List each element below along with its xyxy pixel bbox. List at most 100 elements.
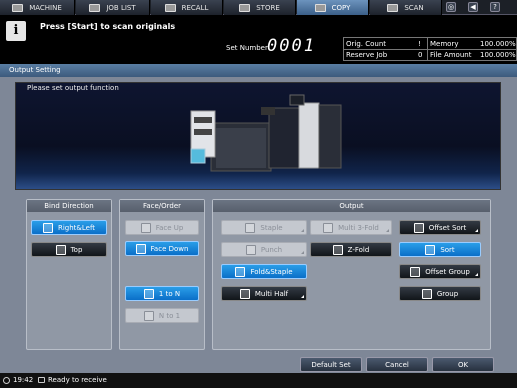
status-table: Orig. Count ! Memory 100.000% Reserve Jo…: [343, 37, 517, 61]
offset-sort-label: Offset Sort: [428, 223, 467, 232]
fold-staple-label: Fold&Staple: [250, 267, 293, 276]
right-left-icon: [42, 222, 53, 233]
file-amount-value: 100.000%: [480, 51, 516, 59]
top-bind-icon: [55, 244, 66, 255]
copy-icon: [314, 3, 326, 12]
offset-sort-button[interactable]: Offset Sort: [399, 220, 481, 235]
printer-illustration: [190, 94, 342, 172]
tab-label: JOB LIST: [106, 3, 136, 12]
divider: [427, 38, 428, 60]
corner-indicator-icon: [475, 229, 478, 232]
face-up-label: Face Up: [155, 223, 184, 232]
volume-icon[interactable]: ◀: [468, 2, 478, 12]
group-icon: [421, 288, 432, 299]
multi-3fold-button[interactable]: Multi 3-Fold: [310, 220, 392, 235]
top-label: Top: [70, 245, 83, 254]
group-button[interactable]: Group: [399, 286, 481, 301]
n-to-one-icon: [143, 310, 154, 321]
fold-staple-button[interactable]: Fold&Staple: [221, 264, 307, 279]
face-order-title: Face/Order: [120, 200, 204, 212]
tab-store[interactable]: STORE: [224, 0, 296, 15]
z-fold-button[interactable]: Z-Fold: [310, 242, 392, 257]
store-icon: [239, 3, 251, 12]
tab-job-list[interactable]: JOB LIST: [76, 0, 150, 15]
machine-icon: [12, 3, 24, 12]
multi-half-icon: [239, 288, 250, 299]
help-icon[interactable]: ?: [490, 2, 500, 12]
status-time: 19:42: [13, 376, 34, 384]
output-panel: Output Staple Punch Fold&Staple Multi Ha…: [212, 199, 491, 350]
punch-button[interactable]: Punch: [221, 242, 307, 257]
job-list-icon: [89, 3, 101, 12]
default-set-button[interactable]: Default Set: [300, 357, 362, 372]
punch-icon: [245, 244, 256, 255]
corner-indicator-icon: [301, 251, 304, 254]
tab-label: COPY: [331, 3, 351, 12]
tab-label: SCAN: [404, 3, 424, 12]
right-left-button[interactable]: Right&Left: [31, 220, 107, 235]
tab-scan[interactable]: SCAN: [370, 0, 442, 15]
screen-title: Output Setting: [0, 64, 517, 77]
offset-sort-icon: [413, 222, 424, 233]
multi-half-button[interactable]: Multi Half: [221, 286, 307, 301]
divider: [344, 49, 516, 50]
bind-direction-panel: Bind Direction Right&Left Top: [26, 199, 112, 350]
tab-label: MACHINE: [29, 3, 62, 12]
multi-3fold-label: Multi 3-Fold: [338, 223, 379, 232]
n-to-one-button[interactable]: N to 1: [125, 308, 199, 323]
tab-label: RECALL: [181, 3, 209, 12]
staple-icon: [245, 222, 256, 233]
tab-recall[interactable]: RECALL: [151, 0, 223, 15]
top-button[interactable]: Top: [31, 242, 107, 257]
cancel-button[interactable]: Cancel: [366, 357, 428, 372]
z-fold-label: Z-Fold: [347, 245, 370, 254]
tab-machine[interactable]: MACHINE: [0, 0, 75, 15]
z-fold-icon: [332, 244, 343, 255]
receive-icon: [38, 377, 45, 383]
tab-label: STORE: [256, 3, 280, 12]
output-title: Output: [213, 200, 490, 212]
group-label: Group: [436, 289, 459, 298]
set-number-value: 0001: [267, 36, 316, 56]
offset-group-button[interactable]: Offset Group: [399, 264, 481, 279]
set-number-label: Set Number: [226, 44, 268, 52]
multi-half-label: Multi Half: [254, 289, 289, 298]
sort-label: Sort: [440, 245, 455, 254]
tab-copy[interactable]: COPY: [297, 0, 369, 15]
corner-indicator-icon: [386, 229, 389, 232]
n-to-one-label: N to 1: [158, 311, 181, 320]
one-to-n-button[interactable]: 1 to N: [125, 286, 199, 301]
status-text: Ready to receive: [48, 376, 107, 384]
sort-button[interactable]: Sort: [399, 242, 481, 257]
face-up-icon: [140, 222, 151, 233]
status-line: 19:42 Ready to receive: [0, 373, 517, 388]
reserve-job-label: Reserve Job: [346, 51, 388, 59]
face-down-icon: [135, 243, 146, 254]
punch-label: Punch: [260, 245, 283, 254]
scan-icon: [387, 3, 399, 12]
ok-button[interactable]: OK: [432, 357, 494, 372]
corner-indicator-icon: [301, 295, 304, 298]
face-order-panel: Face/Order Face Up Face Down 1 to N N to…: [119, 199, 205, 350]
clock-icon: [3, 377, 10, 384]
one-to-n-icon: [143, 288, 154, 299]
offset-group-label: Offset Group: [425, 267, 470, 276]
one-to-n-label: 1 to N: [158, 289, 181, 298]
recall-icon: [164, 3, 176, 12]
offset-group-icon: [410, 266, 421, 277]
staple-label: Staple: [260, 223, 283, 232]
face-down-button[interactable]: Face Down: [125, 241, 199, 256]
fold-staple-icon: [235, 266, 246, 277]
staple-button[interactable]: Staple: [221, 220, 307, 235]
bind-direction-title: Bind Direction: [27, 200, 111, 212]
face-down-label: Face Down: [150, 244, 189, 253]
preview-instruction: Please set output function: [27, 84, 119, 92]
globe-icon[interactable]: ◎: [446, 2, 456, 12]
corner-indicator-icon: [301, 229, 304, 232]
face-up-button[interactable]: Face Up: [125, 220, 199, 235]
top-tab-bar: MACHINE JOB LIST RECALL STORE COPY SCAN …: [0, 0, 517, 15]
corner-indicator-icon: [475, 273, 478, 276]
right-left-label: Right&Left: [57, 223, 96, 232]
sort-icon: [425, 244, 436, 255]
machine-preview: [15, 82, 501, 190]
